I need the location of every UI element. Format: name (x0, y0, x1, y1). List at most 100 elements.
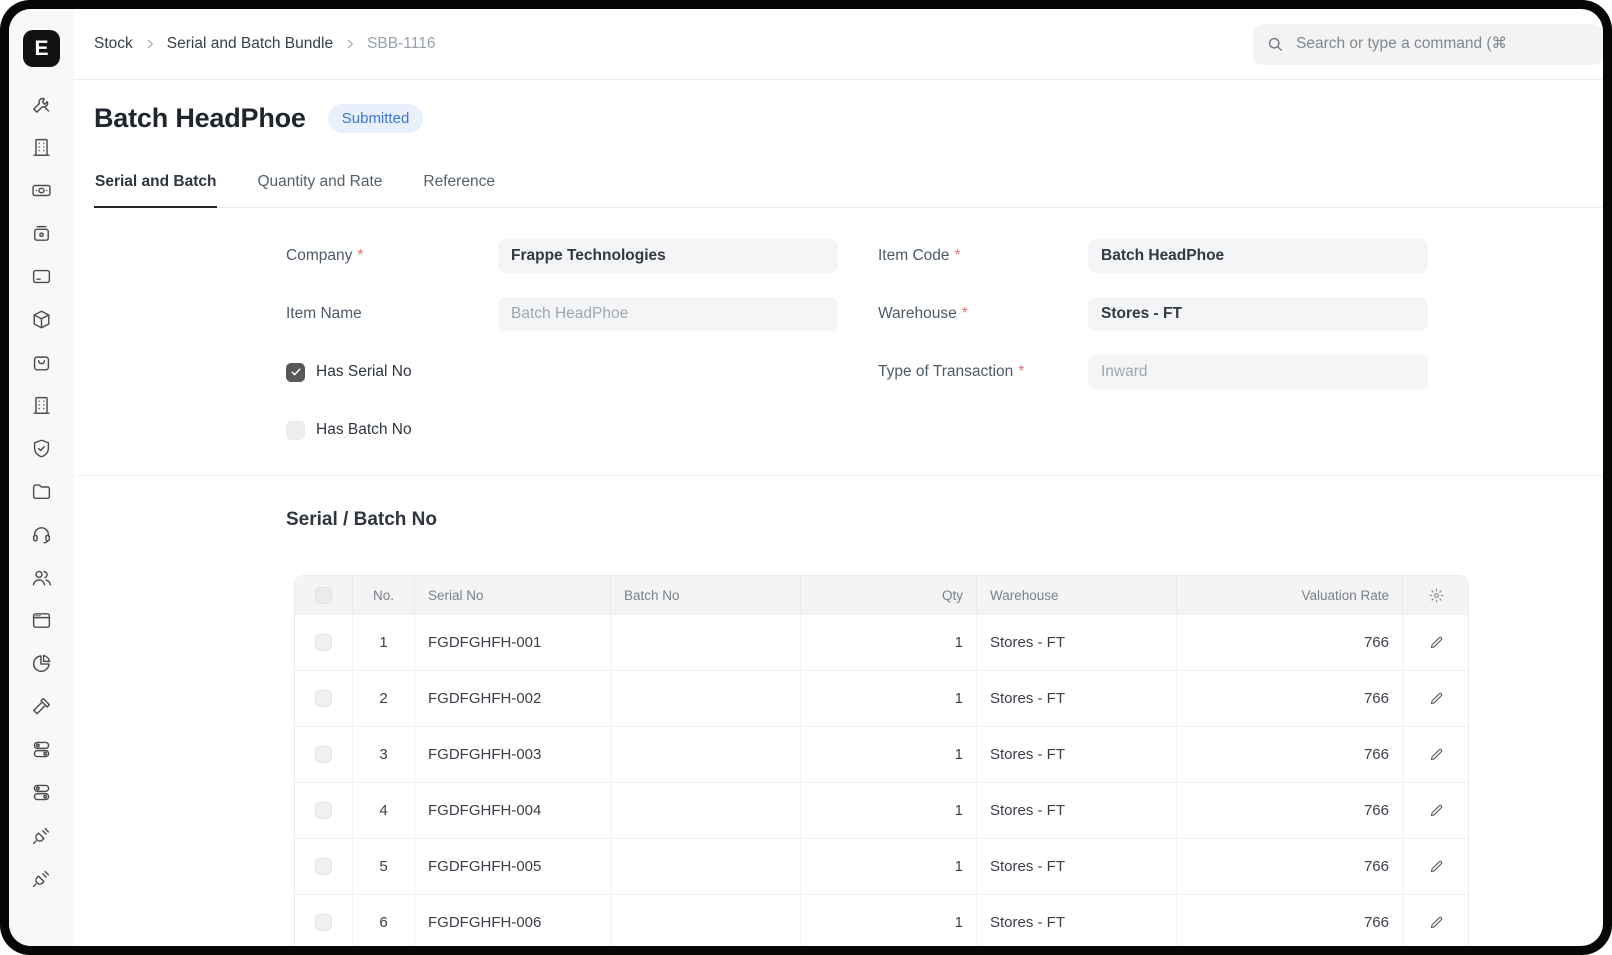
warehouse-input[interactable] (1088, 297, 1428, 331)
required-marker: * (955, 247, 961, 265)
qty-cell: 1 (801, 671, 977, 726)
app-window: E Stock Serial and Batch Bundle SBB-1116 (9, 9, 1603, 946)
row-index: 6 (353, 895, 415, 946)
breadcrumb-serial-and-batch-bundle[interactable]: Serial and Batch Bundle (167, 35, 333, 53)
pencil-icon (1428, 858, 1445, 875)
row-checkbox[interactable] (315, 634, 332, 651)
plug2-icon[interactable] (28, 865, 56, 891)
row-checkbox[interactable] (315, 746, 332, 763)
checkbox-box (286, 363, 305, 382)
batch-no-cell (611, 727, 801, 782)
required-marker: * (357, 247, 363, 265)
building-icon[interactable] (28, 134, 56, 160)
title-row: Batch HeadPhoe Submitted (94, 103, 1603, 134)
breadcrumb-stock[interactable]: Stock (94, 35, 133, 53)
select-all-checkbox[interactable] (315, 587, 332, 604)
checkbox-box (286, 421, 305, 440)
type-of-transaction-label: Type of Transaction* (878, 363, 1088, 381)
package-icon[interactable] (28, 306, 56, 332)
pencil-icon (1428, 690, 1445, 707)
pencil-icon (1428, 634, 1445, 651)
qty-cell: 1 (801, 839, 977, 894)
shield-check-icon[interactable] (28, 435, 56, 461)
office-icon[interactable] (28, 392, 56, 418)
batch-no-cell (611, 783, 801, 838)
row-checkbox[interactable] (315, 802, 332, 819)
chevron-right-icon (143, 37, 157, 51)
breadcrumb: Stock Serial and Batch Bundle SBB-1116 (94, 35, 435, 53)
cash-register-icon[interactable] (28, 220, 56, 246)
edit-row-button[interactable] (1428, 914, 1445, 931)
tools-icon[interactable] (28, 91, 56, 117)
item-name-input (498, 297, 838, 331)
required-marker: * (1018, 363, 1024, 381)
table-row: 3 FGDFGHFH-003 1 Stores - FT 766 (295, 726, 1468, 782)
company-input[interactable] (498, 239, 838, 273)
has-serial-no-checkbox[interactable]: Has Serial No (286, 363, 838, 382)
serial-no-cell: FGDFGHFH-006 (415, 895, 611, 946)
row-checkbox[interactable] (315, 914, 332, 931)
card-icon[interactable] (28, 263, 56, 289)
valuation-rate-cell: 766 (1177, 783, 1403, 838)
app-sidebar: E (9, 9, 74, 946)
pie-chart-icon[interactable] (28, 650, 56, 676)
tab-quantity-and-rate[interactable]: Quantity and Rate (256, 161, 383, 208)
folder-icon[interactable] (28, 478, 56, 504)
company-label: Company* (286, 247, 498, 265)
pencil-icon (1428, 746, 1445, 763)
edit-row-button[interactable] (1428, 634, 1445, 651)
search-icon (1266, 35, 1284, 53)
has-batch-no-checkbox[interactable]: Has Batch No (286, 421, 838, 440)
hammer-icon[interactable] (28, 693, 56, 719)
breadcrumb-current: SBB-1116 (367, 35, 435, 53)
pencil-icon (1428, 914, 1445, 931)
item-code-input[interactable] (1088, 239, 1428, 273)
table-settings-gear-icon[interactable] (1428, 587, 1445, 604)
batch-no-cell (611, 671, 801, 726)
toggles2-icon[interactable] (28, 779, 56, 805)
banknote-icon[interactable] (28, 177, 56, 203)
row-checkbox[interactable] (315, 858, 332, 875)
edit-row-button[interactable] (1428, 690, 1445, 707)
warehouse-cell: Stores - FT (977, 839, 1177, 894)
headset-icon[interactable] (28, 521, 56, 547)
window-frame: E Stock Serial and Batch Bundle SBB-1116 (0, 0, 1612, 955)
plug-icon[interactable] (28, 822, 56, 848)
edit-row-button[interactable] (1428, 802, 1445, 819)
warehouse-label: Warehouse* (878, 305, 1088, 323)
toggles-icon[interactable] (28, 736, 56, 762)
warehouse-cell: Stores - FT (977, 615, 1177, 670)
chevron-right-icon (343, 37, 357, 51)
search-bar[interactable] (1253, 24, 1603, 65)
tab-serial-and-batch[interactable]: Serial and Batch (94, 161, 217, 208)
column-header-warehouse: Warehouse (977, 576, 1177, 614)
users-icon[interactable] (28, 564, 56, 590)
row-index: 4 (353, 783, 415, 838)
qty-cell: 1 (801, 895, 977, 946)
item-code-label: Item Code* (878, 247, 1088, 265)
type-of-transaction-input (1088, 355, 1428, 389)
edit-row-button[interactable] (1428, 746, 1445, 763)
search-input[interactable] (1294, 34, 1590, 54)
erpnext-logo[interactable]: E (23, 30, 60, 67)
form-section: Company* Item Code* Item Name Warehouse*… (286, 239, 1603, 447)
tab-reference[interactable]: Reference (422, 161, 496, 208)
column-header-no: No. (353, 576, 415, 614)
warehouse-cell: Stores - FT (977, 895, 1177, 946)
warehouse-cell: Stores - FT (977, 671, 1177, 726)
serial-no-cell: FGDFGHFH-005 (415, 839, 611, 894)
row-checkbox[interactable] (315, 690, 332, 707)
valuation-rate-cell: 766 (1177, 671, 1403, 726)
edit-row-button[interactable] (1428, 858, 1445, 875)
row-index: 1 (353, 615, 415, 670)
shopping-bag-icon[interactable] (28, 349, 56, 375)
main-area: Stock Serial and Batch Bundle SBB-1116 B… (74, 9, 1603, 946)
status-badge: Submitted (328, 104, 424, 133)
warehouse-cell: Stores - FT (977, 783, 1177, 838)
browser-window-icon[interactable] (28, 607, 56, 633)
sidebar-icon-nav (28, 91, 56, 891)
table-row: 5 FGDFGHFH-005 1 Stores - FT 766 (295, 838, 1468, 894)
column-header-batch-no: Batch No (611, 576, 801, 614)
required-marker: * (962, 305, 968, 323)
serial-no-cell: FGDFGHFH-001 (415, 615, 611, 670)
